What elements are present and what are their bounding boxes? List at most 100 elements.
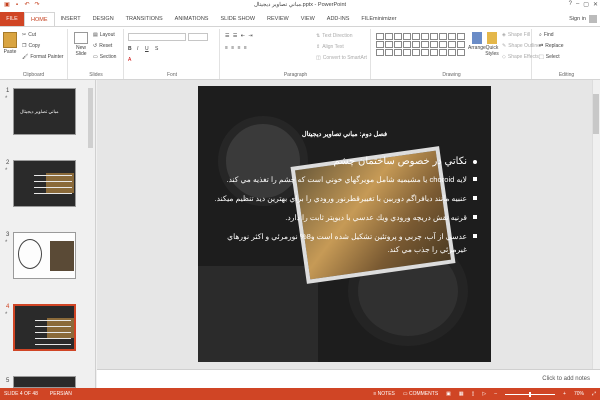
underline-button[interactable]: U bbox=[145, 46, 149, 52]
thumb-number-2: 2 bbox=[6, 160, 10, 166]
current-slide[interactable]: فصل دوم: مباني تصاوير ديجيتال نكاتي در خ… bbox=[198, 86, 491, 362]
tab-review[interactable]: REVIEW bbox=[261, 12, 295, 26]
reading-view-icon[interactable]: ▯ bbox=[472, 391, 475, 397]
quick-styles-button[interactable]: Quick Styles bbox=[484, 32, 500, 57]
thumb-number-1: 1 bbox=[6, 88, 10, 94]
tab-insert[interactable]: INSERT bbox=[55, 12, 87, 26]
scrollbar-thumb[interactable] bbox=[593, 94, 599, 134]
bullets-button[interactable]: ☰ ☰ ⇤ ⇥ bbox=[225, 33, 254, 39]
slide-thumbnail-5[interactable] bbox=[13, 376, 76, 388]
pen-icon: ✎ bbox=[502, 43, 507, 49]
font-name-box[interactable] bbox=[128, 33, 186, 41]
language-indicator[interactable]: PERSIAN bbox=[50, 391, 72, 397]
zoom-out-icon[interactable]: – bbox=[494, 391, 497, 397]
minimize-button[interactable]: – bbox=[576, 1, 579, 8]
convert-smartart-button[interactable]: ◫ Convert to SmartArt bbox=[316, 55, 367, 61]
slide-thumbnail-2[interactable] bbox=[13, 160, 76, 207]
tab-transitions[interactable]: TRANSITIONS bbox=[120, 12, 169, 26]
tab-design[interactable]: DESIGN bbox=[87, 12, 120, 26]
cut-button[interactable]: ✂ Cut bbox=[22, 32, 36, 38]
tab-animations[interactable]: ANIMATIONS bbox=[169, 12, 215, 26]
maximize-button[interactable]: ▢ bbox=[583, 1, 589, 8]
slide-thumbnail-1[interactable]: مباني تصاوير ديجيتال bbox=[13, 88, 76, 135]
group-drawing: Arrange Quick Styles ◈ Shape Fill ✎ Shape … bbox=[372, 29, 540, 79]
slide-bullet: لايه choroid يا مشيميه شامل مويرگهاي خون… bbox=[212, 173, 477, 186]
align-buttons[interactable]: ≡ ≡ ≡ ≡ bbox=[225, 45, 248, 51]
transition-star-icon: * bbox=[5, 96, 8, 102]
slide-edit-area: فصل دوم: مباني تصاوير ديجيتال نكاتي در خ… bbox=[97, 80, 600, 369]
find-button[interactable]: ⌕ Find bbox=[539, 32, 554, 38]
font-size-box[interactable] bbox=[188, 33, 208, 41]
transition-star-icon: * bbox=[5, 312, 8, 318]
text-direction-icon: ⇅ bbox=[316, 33, 321, 39]
text-direction-button[interactable]: ⇅ Text Direction bbox=[316, 33, 353, 39]
align-icon: ≡ ≡ ≡ ≡ bbox=[225, 45, 248, 51]
shadow-icon: S bbox=[155, 46, 159, 52]
shadow-button[interactable]: S bbox=[155, 46, 158, 52]
layout-label: Layout bbox=[99, 32, 115, 38]
shape-fill-button[interactable]: ◈ Shape Fill bbox=[502, 32, 530, 38]
tab-fileminimizer[interactable]: FILEminimizer bbox=[355, 12, 402, 26]
powerpoint-window: ▣ ▪ ↶ ↷ مباني تصاوير ديجيتال.pptx - Powe… bbox=[0, 0, 600, 400]
align-text-button[interactable]: ⇕ Align Text bbox=[316, 44, 344, 50]
reset-icon: ↺ bbox=[93, 43, 98, 49]
zoom-level[interactable]: 70% bbox=[574, 391, 584, 397]
new-slide-button[interactable]: New Slide bbox=[72, 32, 90, 57]
ribbon-tabs: FILE HOME INSERT DESIGN TRANSITIONS ANIM… bbox=[0, 12, 600, 26]
edit-area-scrollbar[interactable] bbox=[592, 80, 600, 369]
notes-pane[interactable]: Click to add notes bbox=[97, 369, 600, 388]
tab-add-ins[interactable]: ADD-INS bbox=[321, 12, 356, 26]
zoom-in-icon[interactable]: + bbox=[563, 391, 566, 397]
normal-view-icon[interactable]: ▣ bbox=[446, 391, 451, 397]
group-clipboard: Paste ✂ Cut ❐ Copy 🖌 Format Painter Clipboa… bbox=[0, 29, 68, 79]
slide-body-textbox[interactable]: نكاتي در خصوص ساختمان چشم لايه choroid ي… bbox=[212, 156, 477, 262]
replace-button[interactable]: ⇄ Replace bbox=[539, 43, 564, 49]
slide-thumbnail-pane: 1 * مباني تصاوير ديجيتال 2 * 3 * 4 * 5 bbox=[0, 80, 96, 388]
comments-toggle[interactable]: ▭ COMMENTS bbox=[403, 391, 438, 397]
thumbnail-scrollbar[interactable] bbox=[88, 88, 93, 148]
ribbon: Paste ✂ Cut ❐ Copy 🖌 Format Painter Clipboa… bbox=[0, 26, 600, 80]
slide-thumbnail-4[interactable] bbox=[13, 304, 76, 351]
slide-heading: نكاتي در خصوص ساختمان چشم bbox=[212, 156, 477, 167]
bold-button[interactable]: B bbox=[128, 46, 132, 52]
thumb-number-4: 4 bbox=[6, 304, 10, 310]
fit-slide-icon[interactable]: ⤢ bbox=[592, 391, 596, 397]
shapes-gallery[interactable] bbox=[376, 33, 465, 56]
editing-group-label: Editing bbox=[558, 72, 575, 78]
find-label: Find bbox=[543, 32, 554, 38]
avatar[interactable] bbox=[589, 15, 597, 23]
font-color-button[interactable]: A bbox=[128, 57, 131, 63]
camera-body-background bbox=[198, 266, 318, 362]
select-button[interactable]: ⬚ Select bbox=[539, 54, 560, 60]
group-font: B I U S A Font bbox=[125, 29, 220, 79]
thumb-number-5: 5 bbox=[6, 378, 10, 384]
help-button[interactable]: ? bbox=[569, 1, 572, 8]
align-text-icon: ⇕ bbox=[316, 44, 321, 50]
window-controls: ? – ▢ ✕ bbox=[569, 1, 598, 8]
clipboard-group-label: Clipboard bbox=[22, 72, 45, 78]
zoom-slider[interactable] bbox=[505, 391, 556, 397]
sign-in-link[interactable]: Sign in bbox=[569, 16, 586, 22]
italic-button[interactable]: I bbox=[137, 46, 138, 52]
notes-placeholder: Click to add notes bbox=[542, 376, 590, 382]
close-button[interactable]: ✕ bbox=[593, 1, 598, 8]
slide-title[interactable]: فصل دوم: مباني تصاوير ديجيتال bbox=[198, 130, 491, 138]
paste-button[interactable]: Paste bbox=[3, 32, 17, 55]
format-painter-label: Format Painter bbox=[30, 54, 64, 60]
layout-button[interactable]: ▤ Layout bbox=[93, 32, 115, 38]
format-painter-button[interactable]: 🖌 Format Painter bbox=[22, 54, 63, 60]
tab-slide-show[interactable]: SLIDE SHOW bbox=[214, 12, 261, 26]
slide-sorter-icon[interactable]: ▦ bbox=[459, 391, 464, 397]
layout-icon: ▤ bbox=[93, 32, 98, 38]
section-button[interactable]: ▭ Section bbox=[93, 54, 116, 60]
reset-button[interactable]: ↺ Reset bbox=[93, 43, 112, 49]
tab-view[interactable]: VIEW bbox=[295, 12, 321, 26]
slide-thumbnail-3[interactable] bbox=[13, 232, 76, 279]
notes-toggle[interactable]: ≡ NOTES bbox=[373, 391, 395, 397]
tab-home[interactable]: HOME bbox=[24, 12, 55, 26]
drawing-group-label: Drawing bbox=[442, 72, 461, 78]
tab-file[interactable]: FILE bbox=[0, 12, 24, 26]
font-color-icon: A bbox=[128, 57, 132, 63]
copy-button[interactable]: ❐ Copy bbox=[22, 43, 40, 49]
slideshow-icon[interactable]: ▷ bbox=[482, 391, 486, 397]
